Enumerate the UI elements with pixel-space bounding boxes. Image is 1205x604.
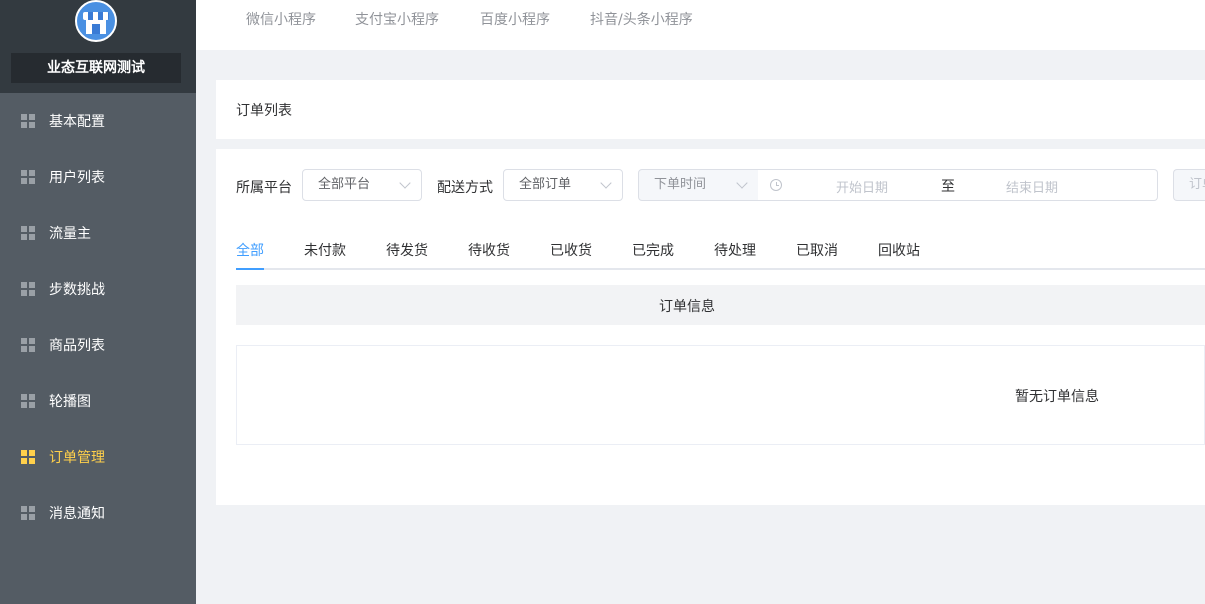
sidebar-item-label: 步数挑战 [49,282,105,298]
brand-area: 业态互联网测试 [0,0,196,93]
brand-name: 业态互联网测试 [11,53,181,83]
store-logo-icon [75,0,117,42]
sidebar-item-label: 用户列表 [49,170,105,186]
range-separator: 至 [941,179,955,195]
grid-icon [21,450,35,464]
sidebar-item-label: 订单管理 [49,450,105,466]
empty-text: 暂无订单信息 [1015,389,1099,405]
date-range-picker[interactable]: 开始日期 至 结束日期 [758,169,1158,201]
order-list-panel: 所属平台 全部平台 配送方式 全部订单 下单时间 开始日期 至 结束日期 订单 … [216,149,1205,505]
tab-cancelled[interactable]: 已取消 [796,240,838,260]
delivery-label: 配送方式 [437,180,493,196]
chevron-down-icon [399,177,411,189]
tab-recycle-bin[interactable]: 回收站 [878,240,920,260]
end-date-input[interactable]: 结束日期 [1006,177,1058,196]
tab-all[interactable]: 全部 [236,240,264,260]
sidebar-item-traffic-owner[interactable]: 流量主 [0,205,196,261]
sidebar-item-user-list[interactable]: 用户列表 [0,149,196,205]
start-date-input[interactable]: 开始日期 [836,177,888,196]
order-status-tabs: 全部 未付款 待发货 待收货 已收货 已完成 待处理 已取消 回收站 [236,232,1205,270]
clock-icon [770,179,782,191]
sidebar-item-label: 轮播图 [49,394,91,410]
tab-to-ship[interactable]: 待发货 [386,240,428,260]
sidebar-item-order-management[interactable]: 订单管理 [0,429,196,485]
tab-baidu-miniprogram[interactable]: 百度小程序 [480,0,550,40]
top-tab-bar: 微信小程序 支付宝小程序 百度小程序 抖音/头条小程序 [196,0,1205,50]
page-title-panel: 订单列表 [216,80,1205,139]
sidebar: 业态互联网测试 基本配置用户列表流量主步数挑战商品列表轮播图订单管理消息通知 [0,0,196,604]
tab-to-receive[interactable]: 待收货 [468,240,510,260]
platform-select-value: 全部平台 [318,177,371,192]
grid-icon [21,226,35,240]
table-header: 订单信息 [236,285,1205,325]
chevron-down-icon [600,177,612,189]
sidebar-item-basic-config[interactable]: 基本配置 [0,93,196,149]
tab-wechat-miniprogram[interactable]: 微信小程序 [246,0,316,40]
grid-icon [21,170,35,184]
sidebar-menu: 基本配置用户列表流量主步数挑战商品列表轮播图订单管理消息通知 [0,93,196,541]
grid-icon [21,506,35,520]
sidebar-item-label: 消息通知 [49,506,105,522]
tab-douyin-miniprogram[interactable]: 抖音/头条小程序 [590,0,693,40]
delivery-select[interactable]: 全部订单 [503,169,623,201]
tab-completed[interactable]: 已完成 [632,240,674,260]
grid-icon [21,114,35,128]
order-search-input[interactable]: 订单 [1173,169,1205,201]
column-order-info: 订单信息 [659,299,715,315]
sidebar-item-label: 商品列表 [49,338,105,354]
sidebar-item-step-challenge[interactable]: 步数挑战 [0,261,196,317]
active-tab-underline [236,268,264,270]
tab-received[interactable]: 已收货 [550,240,592,260]
grid-icon [21,338,35,352]
delivery-select-value: 全部订单 [519,177,572,192]
grid-icon [21,282,35,296]
sidebar-item-notifications[interactable]: 消息通知 [0,485,196,541]
tab-alipay-miniprogram[interactable]: 支付宝小程序 [355,0,439,40]
sidebar-item-label: 基本配置 [49,114,105,130]
page-title: 订单列表 [236,103,292,119]
platform-label: 所属平台 [236,180,292,196]
tab-unpaid[interactable]: 未付款 [304,240,346,260]
chevron-down-icon [736,177,748,189]
empty-state: 暂无订单信息 [236,345,1205,445]
tab-pending[interactable]: 待处理 [714,240,756,260]
time-type-select[interactable]: 下单时间 [638,169,759,201]
time-type-value: 下单时间 [654,177,707,192]
sidebar-item-carousel[interactable]: 轮播图 [0,373,196,429]
platform-select[interactable]: 全部平台 [302,169,422,201]
sidebar-item-label: 流量主 [49,226,91,242]
sidebar-item-product-list[interactable]: 商品列表 [0,317,196,373]
grid-icon [21,394,35,408]
